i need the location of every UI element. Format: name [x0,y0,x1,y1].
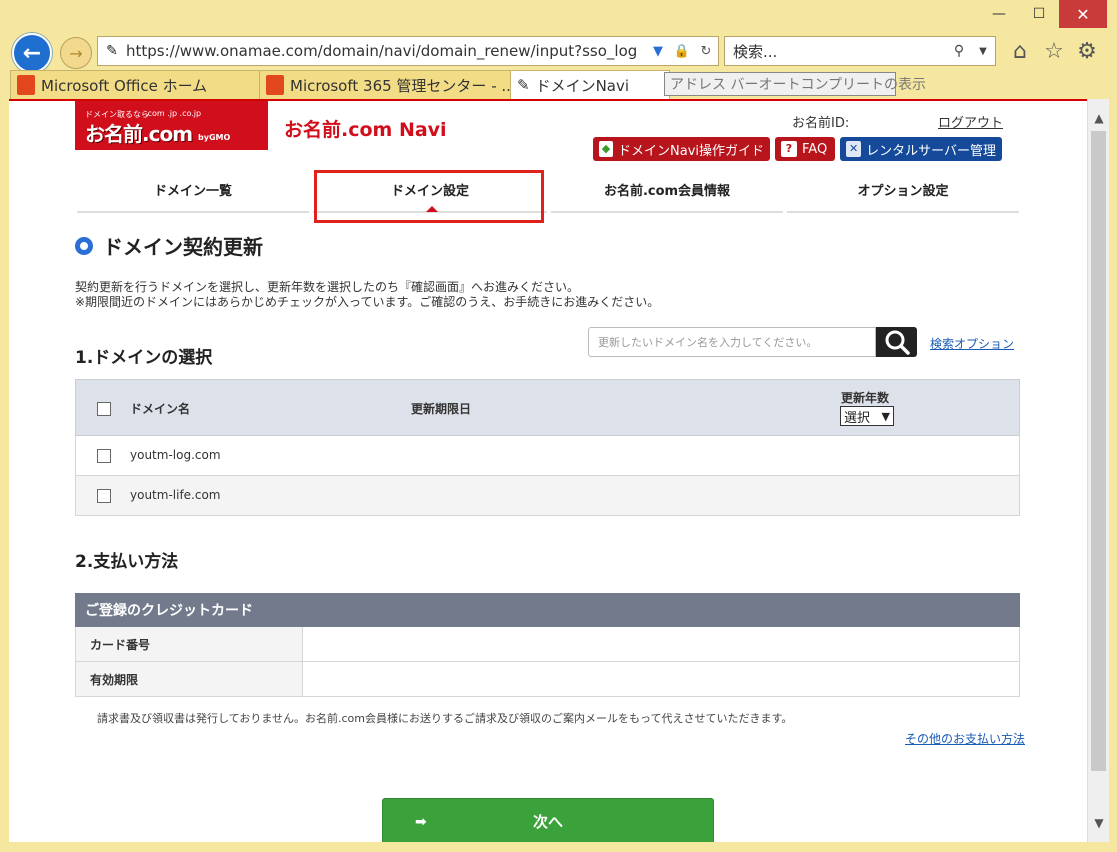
logo-tlds: .com .jp .co.jp [145,109,202,118]
office-logo-icon [17,75,35,95]
domain-search-button[interactable] [876,327,917,357]
search-dropdown-icon[interactable]: ▼ [971,46,995,57]
tab-office-home[interactable]: Microsoft Office ホーム [10,70,260,100]
highlight-box [314,170,544,223]
renew-years-value: 選択 [844,410,871,426]
domain-checkbox[interactable] [97,489,111,503]
tab-domain-navi[interactable]: ✎ ドメインNavi [510,70,670,100]
guide-button[interactable]: ◆ ドメインNavi操作ガイド [593,137,770,161]
search-options-link[interactable]: 検索オプション [930,335,1014,352]
page-title-text: ドメイン契約更新 [103,235,263,259]
domain-search-input[interactable]: 更新したいドメイン名を入力してください。 [588,327,876,357]
logout-link[interactable]: ログアウト [938,112,1003,131]
home-icon[interactable]: ⌂ [1005,36,1035,66]
section-domain-select-heading: 1.ドメインの選択 [75,348,213,368]
browser-search-box[interactable]: 検索... ⚲ ▼ [724,36,996,66]
tooltip: アドレス バーオートコンプリートの表示 [664,72,926,96]
search-icon [885,330,910,355]
table-row: youtm-log.com [75,436,1020,476]
beginner-mark-icon: ◆ [599,141,613,157]
card-expiry-value [303,662,1019,696]
col-renew-years: 更新年数 [841,391,890,405]
col-domain-name: ドメイン名 [130,402,191,416]
section-payment-heading: 2.支払い方法 [75,552,179,572]
nav-label: オプション設定 [857,183,949,199]
tab-domain-list[interactable]: ドメイン一覧 [77,167,309,213]
page-title: ドメイン契約更新 [75,231,263,260]
settings-gear-icon[interactable]: ⚙ [1072,36,1102,66]
scroll-up-icon[interactable]: ▲ [1088,107,1110,129]
radio-bullet-icon [75,236,93,255]
domain-name: youtm-life.com [130,488,221,502]
card-expiry-label: 有効期限 [76,662,303,696]
favorites-star-icon[interactable]: ☆ [1039,36,1069,66]
faq-button-label: FAQ [802,141,828,157]
select-all-checkbox[interactable] [97,402,111,416]
nav-label: ドメイン一覧 [153,183,232,199]
other-payment-link[interactable]: その他のお支払い方法 [905,730,1025,747]
lock-icon[interactable]: 🔒 [670,44,694,59]
credit-card-header: ご登録のクレジットカード [75,593,1020,627]
renew-years-select[interactable]: 選択 ▼ [840,406,894,426]
tab-label: Microsoft Office ホーム [41,76,208,95]
question-icon: ? [781,141,797,157]
domain-name: youtm-log.com [130,448,221,462]
account-id-label: お名前ID: [792,116,850,131]
address-bar[interactable]: ✎ https://www.onamae.com/domain/navi/dom… [97,36,719,66]
office-logo-icon [266,75,284,95]
invoice-note: 請求書及び領収書は発行しておりません。お名前.com会員様にお送りするご請求及び… [97,712,793,725]
tools-icon: ✕ [846,141,862,157]
arrow-right-icon: → [69,43,83,63]
next-button[interactable]: ➡ 次へ [382,798,714,842]
nav-label: お名前.com会員情報 [603,183,731,199]
faq-button[interactable]: ? FAQ [775,137,835,161]
description-line-2: ※期限間近のドメインにはあらかじめチェックが入っています。ご確認のうえ、お手続き… [75,295,660,309]
tab-label: ドメインNavi [535,76,630,95]
scroll-thumb[interactable] [1091,131,1106,771]
rental-server-button-label: レンタルサーバー管理 [866,143,996,159]
tab-member-info[interactable]: お名前.com会員情報 [551,167,783,213]
next-button-label: 次へ [532,813,563,831]
url-text[interactable]: https://www.onamae.com/domain/navi/domai… [126,42,646,60]
card-number-row: カード番号 [75,627,1020,662]
guide-button-label: ドメインNavi操作ガイド [618,143,764,159]
tab-m365-admin[interactable]: Microsoft 365 管理センター - ... [259,70,511,100]
magnifier-icon[interactable]: ⚲ [947,43,971,59]
minimize-button[interactable]: — [979,0,1019,28]
tab-label: Microsoft 365 管理センター - ... [290,76,511,95]
scroll-down-icon[interactable]: ▼ [1088,812,1110,834]
col-expiry: 更新期限日 [411,402,472,416]
logo-wordmark: お名前.com [85,122,193,146]
site-name: お名前.com Navi [284,119,447,141]
forward-button[interactable]: → [60,37,92,69]
refresh-icon[interactable]: ↻ [694,44,718,59]
arrow-left-icon: ← [22,40,42,66]
tab-option-settings[interactable]: オプション設定 [787,167,1019,213]
card-number-value [303,627,1019,661]
onamae-logo[interactable]: ドメイン取るなら .com .jp .co.jp お名前.com byGMO [75,101,268,150]
browser-search-input[interactable]: 検索... [733,41,947,62]
site-favicon-icon: ✎ [517,76,530,94]
chevron-down-icon: ▼ [881,409,890,423]
back-button[interactable]: ← [12,33,52,73]
rental-server-button[interactable]: ✕ レンタルサーバー管理 [840,137,1002,161]
domain-checkbox[interactable] [97,449,111,463]
window-controls: — ☐ ✕ [979,0,1107,30]
maximize-button[interactable]: ☐ [1019,0,1059,28]
logo-gmo: byGMO [198,133,231,142]
dropdown-arrow-icon[interactable]: ▼ [646,44,670,59]
vertical-scrollbar[interactable]: ▲ ▼ [1087,99,1109,842]
close-window-button[interactable]: ✕ [1059,0,1107,28]
card-expiry-row: 有効期限 [75,662,1020,697]
site-favicon-icon: ✎ [106,43,118,59]
page-viewport: ドメイン取るなら .com .jp .co.jp お名前.com byGMO お… [9,99,1087,842]
table-row: youtm-life.com [75,476,1020,516]
card-number-label: カード番号 [76,627,303,661]
